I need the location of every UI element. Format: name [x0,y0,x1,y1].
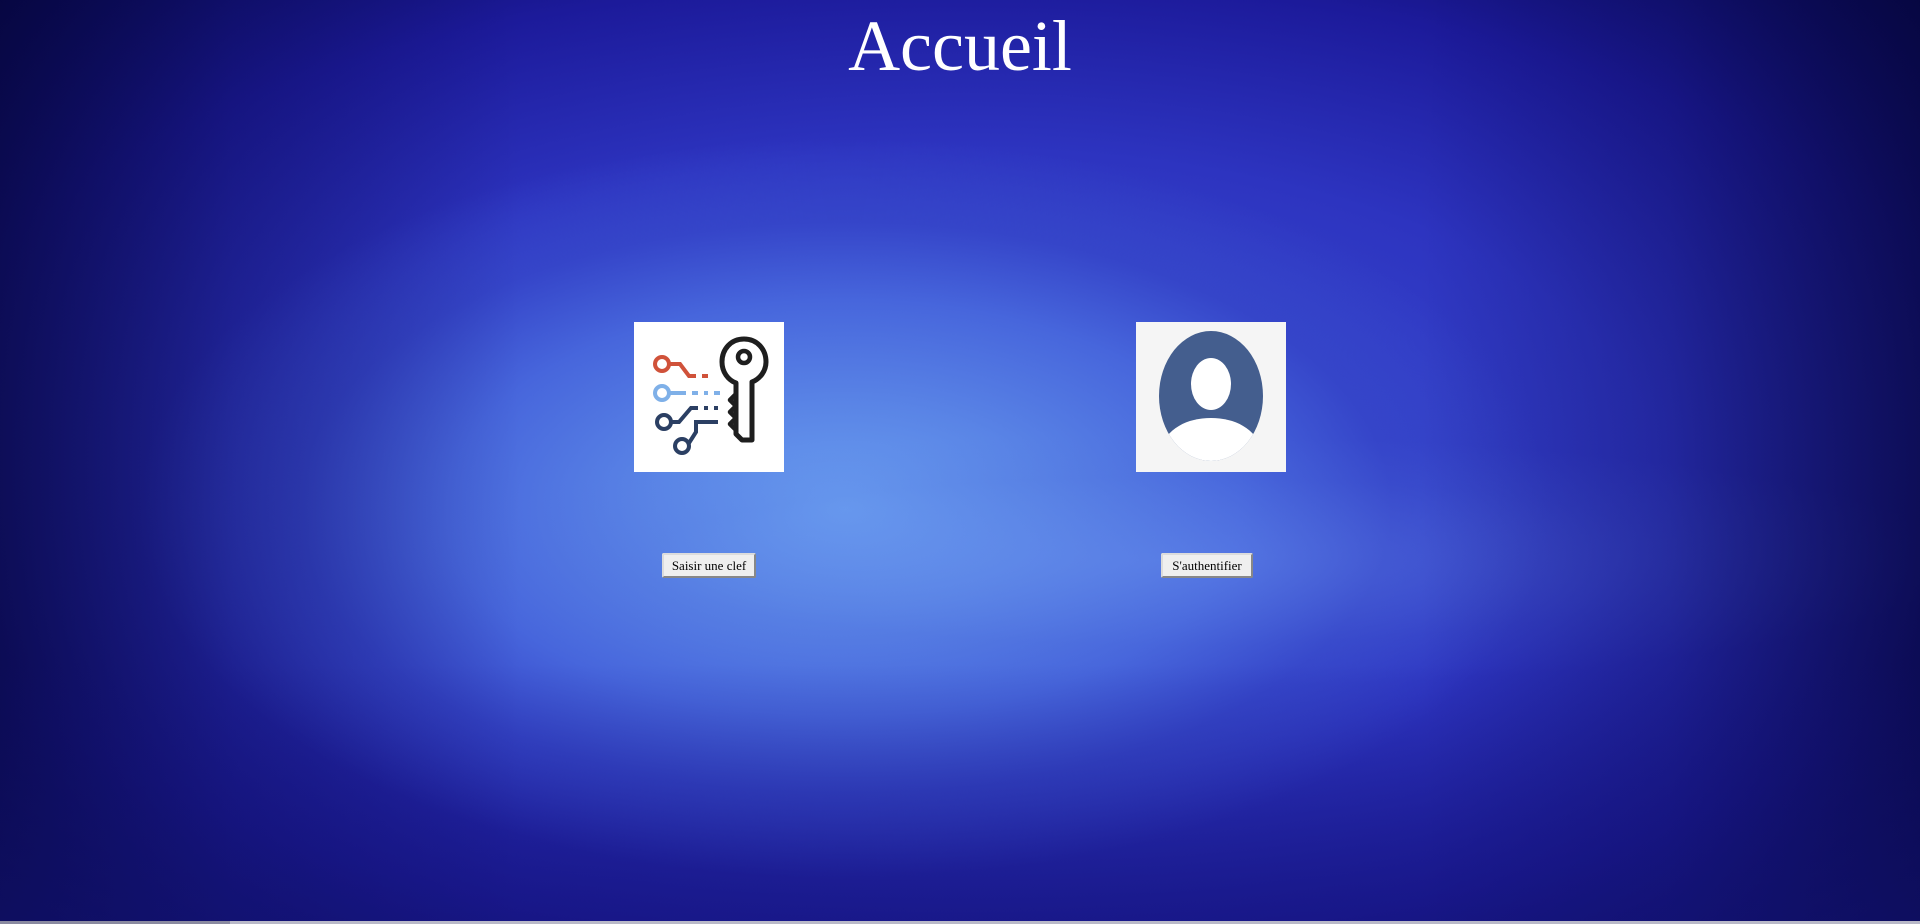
background-shade-left [0,0,520,924]
user-avatar-icon [1136,322,1286,472]
enter-key-button[interactable]: Saisir une clef [662,553,756,578]
background-shade-bottom [0,664,1920,924]
authenticate-button[interactable]: S'authentifier [1161,553,1253,578]
key-card-image [634,322,784,472]
key-circuit-icon [653,336,769,455]
page-title: Accueil [848,6,1072,86]
background-shade-right [1420,0,1920,924]
background-wave [0,330,1920,750]
auth-card-image [1136,322,1286,472]
